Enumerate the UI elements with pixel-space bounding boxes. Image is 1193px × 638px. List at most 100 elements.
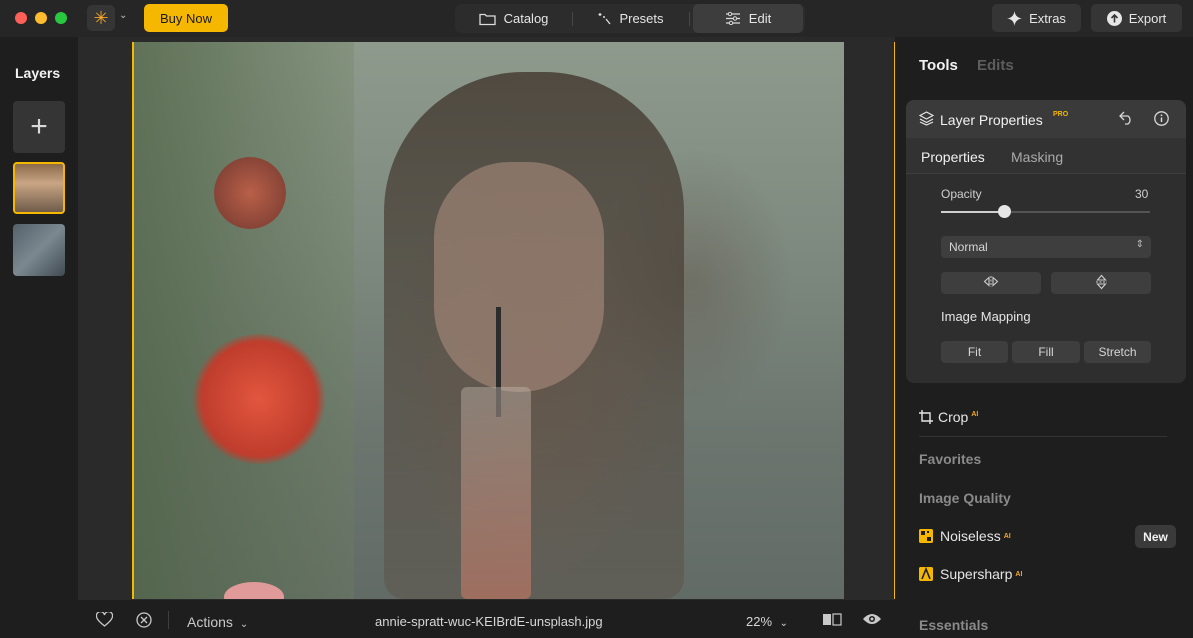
export-button[interactable]: Export xyxy=(1091,4,1182,32)
app-logo-button[interactable]: ✳ xyxy=(87,5,115,31)
upload-circle-icon xyxy=(1106,10,1122,26)
image-quality-section[interactable]: Image Quality xyxy=(919,490,1011,506)
opacity-slider-knob[interactable] xyxy=(997,205,1011,218)
eye-icon[interactable] xyxy=(862,612,882,630)
sparkle-logo-icon: ✳ xyxy=(93,7,109,28)
compare-icon[interactable] xyxy=(822,612,842,631)
chevron-updown-icon: ⇕ xyxy=(1135,239,1144,250)
layers-panel: Layers + xyxy=(0,37,78,638)
export-label: Export xyxy=(1128,10,1167,26)
reject-icon[interactable] xyxy=(136,612,152,632)
magic-wand-icon xyxy=(597,12,611,26)
tab-masking[interactable]: Masking xyxy=(1011,149,1063,165)
blend-mode-value: Normal xyxy=(949,240,988,254)
add-layer-button[interactable]: + xyxy=(13,101,65,153)
heart-icon[interactable] xyxy=(95,611,114,631)
supersharp-label: Supersharp xyxy=(940,566,1013,582)
tab-tools[interactable]: Tools xyxy=(919,57,958,74)
mode-switcher: Catalog Presets Edit xyxy=(455,4,805,33)
mapping-fill-label: Fill xyxy=(1038,345,1054,359)
blend-mode-select[interactable]: Normal ⇕ xyxy=(941,236,1151,258)
divider xyxy=(919,436,1167,437)
flip-horizontal-button[interactable] xyxy=(941,272,1041,294)
actions-label: Actions xyxy=(187,614,233,630)
separator xyxy=(168,611,169,629)
zoom-level: 22% xyxy=(746,614,773,629)
layers-stack-icon xyxy=(918,111,935,130)
sliders-icon xyxy=(725,12,741,25)
folder-icon xyxy=(478,12,496,26)
top-bar: ✳ ⌄ Buy Now Catalog Presets Edit Extras … xyxy=(0,0,1193,37)
mapping-fit-button[interactable]: Fit xyxy=(941,341,1008,363)
minimize-window-button[interactable] xyxy=(35,12,47,24)
chevron-down-icon: ⌄ xyxy=(239,619,249,630)
noiseless-label: Noiseless xyxy=(940,528,1001,544)
chevron-down-icon: ⌄ xyxy=(779,618,789,629)
supersharp-tool[interactable]: Supersharp AI xyxy=(919,566,1022,582)
tab-presets-label: Presets xyxy=(619,11,664,26)
opacity-slider[interactable] xyxy=(941,205,1150,218)
info-icon[interactable] xyxy=(1154,111,1169,130)
file-name: annie-spratt-wuc-KEIBrdE-unsplash.jpg xyxy=(375,614,603,629)
buy-now-button[interactable]: Buy Now xyxy=(144,4,228,32)
noiseless-tool[interactable]: Noiseless AI xyxy=(919,528,1011,544)
tab-edit-label: Edit xyxy=(748,11,772,26)
extras-label: Extras xyxy=(1029,10,1066,26)
crop-icon xyxy=(919,410,933,427)
actions-menu[interactable]: Actions ⌄ xyxy=(187,614,248,630)
ai-badge: AI xyxy=(1015,570,1023,578)
layer-properties-card: Layer Properties PRO Properties Masking … xyxy=(906,100,1186,383)
layer-thumbnail[interactable] xyxy=(13,224,65,276)
buy-now-label: Buy Now xyxy=(159,10,213,26)
tab-presets[interactable]: Presets xyxy=(572,4,689,33)
ai-badge: AI xyxy=(1003,532,1011,540)
photo-rose xyxy=(189,334,329,464)
mapping-fit-label: Fit xyxy=(967,345,982,359)
noiseless-icon xyxy=(919,529,933,543)
leaves-overlay xyxy=(134,42,354,599)
opacity-value: 30 xyxy=(1135,187,1149,201)
new-badge: New xyxy=(1135,525,1176,548)
tab-edits[interactable]: Edits xyxy=(977,57,1014,74)
flip-horizontal-icon xyxy=(983,276,999,290)
layer-properties-header[interactable]: Layer Properties PRO xyxy=(906,100,1186,138)
tab-catalog[interactable]: Catalog xyxy=(455,4,572,33)
separator xyxy=(689,12,690,26)
essentials-section[interactable]: Essentials xyxy=(919,617,988,633)
layer-thumbnail-selected[interactable] xyxy=(13,162,65,214)
opacity-label: Opacity xyxy=(941,187,982,201)
tools-panel: Tools Edits Layer Properties PRO Propert… xyxy=(895,37,1193,638)
plus-icon: + xyxy=(30,110,48,143)
zoom-window-button[interactable] xyxy=(55,12,67,24)
photo-subject-face xyxy=(434,162,604,392)
layers-title: Layers xyxy=(15,65,61,81)
crop-label: Crop xyxy=(938,409,969,425)
opacity-slider-fill xyxy=(941,211,1004,213)
tab-edit[interactable]: Edit xyxy=(693,4,803,33)
photo-rose xyxy=(214,157,286,229)
image-mapping-label: Image Mapping xyxy=(941,309,1031,324)
mapping-stretch-label: Stretch xyxy=(1098,345,1137,359)
photo-canvas[interactable] xyxy=(134,42,844,599)
extras-button[interactable]: Extras xyxy=(992,4,1081,32)
layer-properties-subtabs: Properties Masking xyxy=(906,138,1186,174)
pro-badge: PRO xyxy=(1053,111,1069,118)
bottom-bar: Actions ⌄ annie-spratt-wuc-KEIBrdE-unspl… xyxy=(78,600,895,638)
undo-icon[interactable] xyxy=(1119,111,1134,129)
flip-vertical-button[interactable] xyxy=(1051,272,1151,294)
mapping-fill-button[interactable]: Fill xyxy=(1012,341,1080,363)
flip-vertical-icon xyxy=(1095,274,1107,293)
photo-glass xyxy=(461,387,531,599)
chevron-down-icon[interactable]: ⌄ xyxy=(119,10,127,21)
close-window-button[interactable] xyxy=(15,12,27,24)
mapping-stretch-button[interactable]: Stretch xyxy=(1084,341,1151,363)
favorites-section[interactable]: Favorites xyxy=(919,451,981,467)
tab-catalog-label: Catalog xyxy=(503,11,549,26)
supersharp-icon xyxy=(919,567,933,581)
zoom-menu[interactable]: 22% ⌄ xyxy=(746,614,788,629)
ai-badge: AI xyxy=(971,411,979,419)
crop-tool[interactable]: Crop AI xyxy=(919,409,978,427)
tab-properties[interactable]: Properties xyxy=(921,149,985,165)
layer-properties-title: Layer Properties xyxy=(940,112,1043,128)
sparkle-icon xyxy=(1007,10,1023,26)
